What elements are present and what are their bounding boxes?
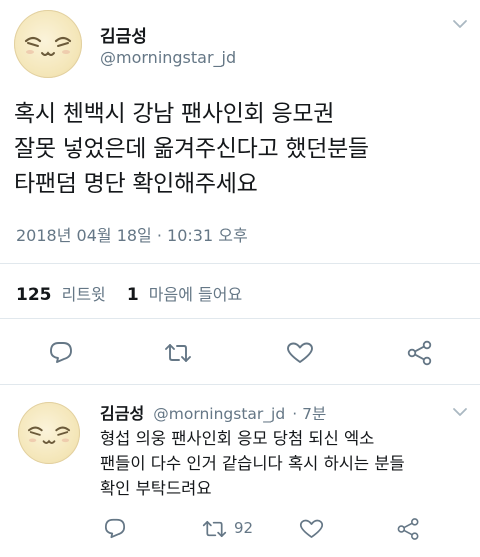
tweet-text-line: 잘못 넣었은데 옮겨주신다고 했던분들 [14,136,369,162]
like-icon[interactable] [286,341,314,365]
retweet-icon[interactable] [163,341,193,365]
tweet-timestamp[interactable]: 2018년 04월 18일 · 10:31 오후 [16,222,248,246]
reply-icon[interactable] [48,340,74,364]
author-avatar[interactable] [14,10,82,78]
chevron-down-icon[interactable] [452,18,468,30]
retweet-count[interactable]: 125 [16,285,52,305]
reply-author-avatar[interactable] [18,402,80,464]
reply-like-icon[interactable] [299,518,324,540]
reply-time-ago[interactable]: · 7분 [292,405,326,423]
author-name[interactable]: 김금성 [100,22,147,47]
reply-text-line: 형섭 의웅 팬사인회 응모 당첨 되신 엑소 [100,429,375,448]
like-label[interactable]: 마음에 들어요 [149,285,242,304]
share-icon[interactable] [406,340,434,366]
divider [0,384,480,385]
tweet-text: 혹시 첸백시 강남 팬사인회 응모권 잘못 넣었은데 옮겨주신다고 했던분들 타… [14,97,476,202]
reply-chevron-down-icon[interactable] [452,406,468,418]
author-handle[interactable]: @morningstar_jd [100,48,236,67]
reply-retweet-icon[interactable] [201,518,228,540]
reply-author-handle[interactable]: @morningstar_jd [153,405,285,423]
divider [0,318,480,319]
reply-text-line: 팬들이 다수 인거 같습니다 혹시 하시는 분들 [100,454,405,473]
reply-retweet-count[interactable]: 92 [234,519,253,537]
reply-author-name[interactable]: 김금성 [100,404,144,423]
retweet-label[interactable]: 리트윗 [62,285,106,304]
tweet-text-line: 혹시 첸백시 강남 팬사인회 응모권 [14,101,335,127]
reply-share-icon[interactable] [396,517,421,541]
reply-text: 형섭 의웅 팬사인회 응모 당첨 되신 엑소 팬들이 다수 인거 같습니다 혹시… [100,426,472,501]
reply-reply-icon[interactable] [103,517,127,539]
tweet-stats: 125 리트윗 1 마음에 들어요 [16,281,242,305]
tweet-text-line: 타팬덤 명단 확인해주세요 [14,171,258,197]
like-count[interactable]: 1 [127,285,139,305]
divider [0,263,480,264]
reply-text-line: 확인 부탁드려요 [100,479,212,498]
reply-header: 김금성 @morningstar_jd · 7분 [100,400,326,424]
